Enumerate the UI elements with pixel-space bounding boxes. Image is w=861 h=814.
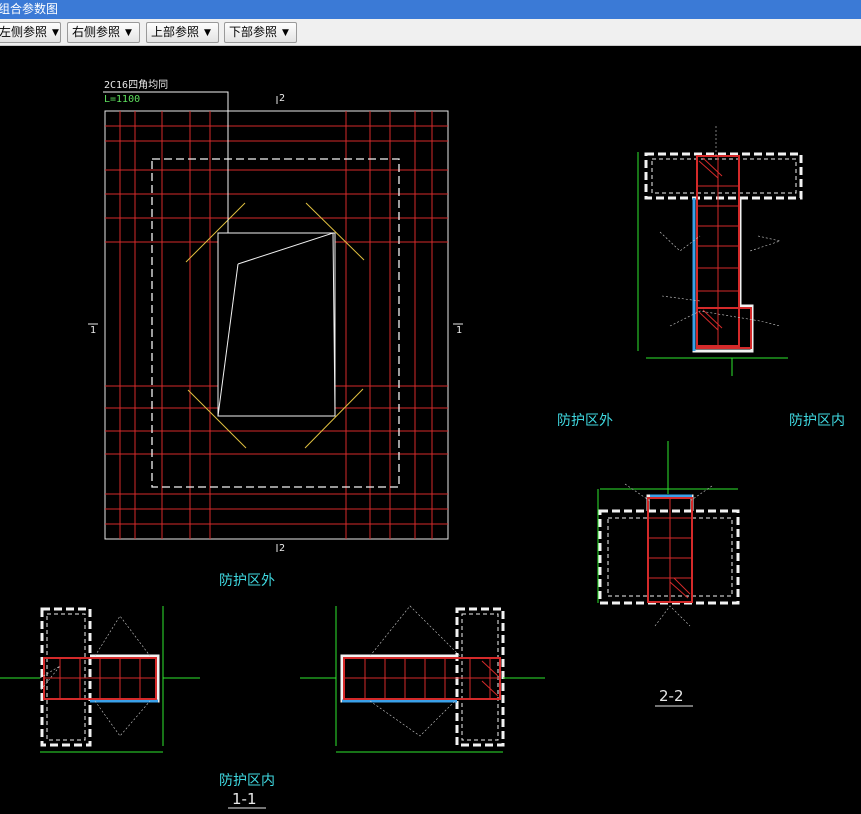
window-title: 组合参数图 — [0, 2, 59, 16]
chevron-down-icon: ▼ — [125, 28, 132, 38]
cut-mark-bottom: 2 — [279, 543, 286, 554]
cad-drawing — [0, 91, 803, 809]
toolbar: 左侧参照 ▼ 右侧参照 ▼ 上部参照 ▼ 下部参照 ▼ — [0, 19, 861, 46]
section-bottom-center — [300, 605, 545, 753]
chevron-down-icon: ▼ — [282, 28, 289, 38]
top-reference-label: 上部参照 — [151, 25, 200, 39]
drawing-canvas[interactable]: 2C16四角均同 L=1100 2 2 1 1 防护区外 防护区外 防护区内 防… — [0, 46, 861, 814]
chevron-down-icon: ▼ — [52, 28, 59, 38]
zone-label-outside-right: 防护区外 — [557, 413, 613, 429]
bottom-reference-label: 下部参照 — [229, 25, 278, 39]
section-title-1-1: 1-1 — [232, 790, 257, 808]
chevron-down-icon: ▼ — [204, 28, 211, 38]
section-right-middle — [597, 441, 740, 627]
section-title-2-2: 2-2 — [659, 687, 684, 705]
section-top-right — [637, 126, 803, 376]
left-reference-label: 左侧参照 — [0, 25, 48, 39]
cut-mark-left: 1 — [90, 325, 97, 336]
top-reference-dropdown[interactable]: 上部参照 ▼ — [146, 22, 219, 43]
left-reference-dropdown[interactable]: 左侧参照 ▼ — [0, 22, 61, 43]
plan-view — [88, 91, 463, 552]
rebar-note: 2C16四角均同 — [104, 80, 169, 91]
cut-mark-top: 2 — [279, 93, 286, 104]
bottom-reference-dropdown[interactable]: 下部参照 ▼ — [224, 22, 297, 43]
zone-label-outside-center: 防护区外 — [219, 573, 275, 589]
section-bottom-left — [0, 606, 200, 753]
window-titlebar: 组合参数图 — [0, 0, 861, 19]
right-reference-label: 右侧参照 — [72, 25, 121, 39]
right-reference-dropdown[interactable]: 右侧参照 ▼ — [67, 22, 140, 43]
cut-mark-right: 1 — [456, 325, 463, 336]
zone-label-inside-bottom: 防护区内 — [219, 773, 275, 789]
zone-label-inside-right: 防护区内 — [789, 413, 845, 429]
length-note: L=1100 — [104, 94, 141, 105]
